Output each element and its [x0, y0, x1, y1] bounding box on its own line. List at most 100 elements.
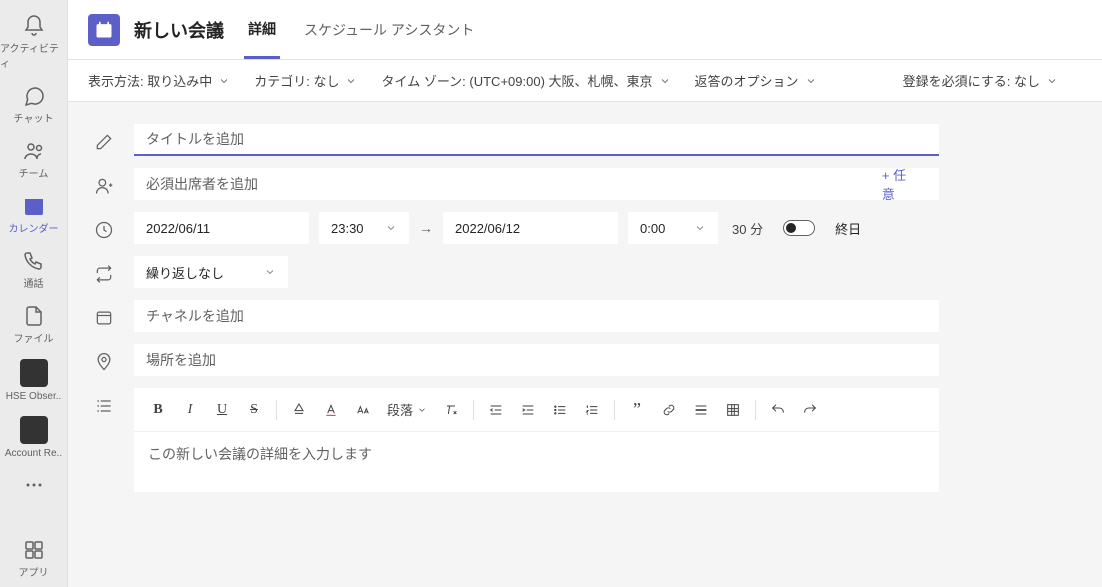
title-input[interactable] — [146, 131, 927, 147]
chevron-down-icon — [805, 75, 817, 87]
hr-icon — [693, 402, 709, 418]
chevron-down-icon — [1046, 75, 1058, 87]
opt-show-as[interactable]: 表示方法: 取り込み中 — [88, 71, 230, 90]
location-input[interactable] — [146, 352, 927, 368]
description-editor: B I U S 段落 — [134, 388, 939, 492]
rte-font-size[interactable] — [349, 396, 377, 424]
chevron-down-icon — [694, 222, 706, 234]
title-field[interactable] — [134, 124, 939, 156]
meeting-form: + 任意 2022/06/11 23:30 → 2022/06/12 0:00 … — [68, 102, 1102, 587]
attendees-input[interactable] — [146, 176, 882, 192]
rte-font-color[interactable] — [317, 396, 345, 424]
rte-indent-decrease[interactable] — [482, 396, 510, 424]
rail-teams[interactable]: チーム — [0, 133, 67, 188]
chevron-down-icon — [659, 75, 671, 87]
repeat-icon — [94, 264, 114, 284]
rte-toolbar: B I U S 段落 — [134, 388, 939, 432]
calendar-icon — [22, 194, 46, 218]
start-date-field[interactable]: 2022/06/11 — [134, 212, 309, 244]
rail-app-2[interactable]: Account Re.. — [0, 410, 67, 467]
description-body[interactable]: この新しい会議の詳細を入力します — [134, 432, 939, 492]
undo-icon — [770, 402, 786, 418]
recurrence-dropdown[interactable]: 繰り返しなし — [134, 256, 288, 288]
rte-indent-increase[interactable] — [514, 396, 542, 424]
phone-icon — [22, 249, 46, 273]
clear-format-icon — [443, 402, 459, 418]
rail-calendar[interactable]: カレンダー — [0, 188, 67, 243]
rte-paragraph-style[interactable]: 段落 — [381, 400, 433, 419]
rte-numbered-list[interactable] — [578, 396, 606, 424]
table-icon — [725, 402, 741, 418]
bullet-list-icon — [552, 402, 568, 418]
location-icon — [94, 352, 114, 372]
rte-hr[interactable] — [687, 396, 715, 424]
attendees-field[interactable]: + 任意 — [134, 168, 939, 200]
person-add-icon — [94, 176, 114, 196]
bell-icon — [22, 14, 46, 38]
channel-input[interactable] — [146, 308, 927, 324]
rail-activity[interactable]: アクティビティ — [0, 8, 67, 78]
highlight-icon — [291, 402, 307, 418]
chevron-down-icon — [345, 75, 357, 87]
chat-icon — [22, 84, 46, 108]
arrow-right-icon: → — [419, 220, 433, 236]
channel-icon — [94, 308, 114, 328]
rte-clear-format[interactable] — [437, 396, 465, 424]
end-date-field[interactable]: 2022/06/12 — [443, 212, 618, 244]
numbered-list-icon — [584, 402, 600, 418]
page-header: 新しい会議 詳細 スケジュール アシスタント — [68, 0, 1102, 60]
main-content: 新しい会議 詳細 スケジュール アシスタント 表示方法: 取り込み中 カテゴリ:… — [68, 0, 1102, 587]
start-time-field[interactable]: 23:30 — [319, 212, 409, 244]
pencil-icon — [94, 132, 114, 152]
rte-quote[interactable]: ” — [623, 396, 651, 424]
font-color-icon — [323, 402, 339, 418]
location-field[interactable] — [134, 344, 939, 376]
indent-icon — [520, 402, 536, 418]
opt-timezone[interactable]: タイム ゾーン: (UTC+09:00) 大阪、札幌、東京 — [381, 71, 670, 90]
link-icon — [661, 402, 677, 418]
chevron-down-icon — [385, 222, 397, 234]
options-bar: 表示方法: 取り込み中 カテゴリ: なし タイム ゾーン: (UTC+09:00… — [68, 60, 1102, 102]
description-icon — [94, 396, 114, 416]
chevron-down-icon — [417, 405, 427, 415]
tab-details[interactable]: 詳細 — [244, 19, 280, 59]
app-tile-icon — [20, 416, 48, 444]
rte-bullet-list[interactable] — [546, 396, 574, 424]
redo-icon — [802, 402, 818, 418]
rte-italic[interactable]: I — [176, 396, 204, 424]
font-size-icon — [355, 402, 371, 418]
rte-redo[interactable] — [796, 396, 824, 424]
rte-strike[interactable]: S — [240, 396, 268, 424]
rail-files[interactable]: ファイル — [0, 298, 67, 353]
rte-highlight[interactable] — [285, 396, 313, 424]
teams-icon — [22, 139, 46, 163]
rte-link[interactable] — [655, 396, 683, 424]
tab-scheduling-assistant[interactable]: スケジュール アシスタント — [300, 20, 478, 57]
rail-chat[interactable]: チャット — [0, 78, 67, 133]
chevron-down-icon — [264, 266, 276, 278]
opt-registration[interactable]: 登録を必須にする: なし — [903, 71, 1058, 90]
rail-calls[interactable]: 通話 — [0, 243, 67, 298]
app-rail: アクティビティ チャット チーム カレンダー 通話 ファイル HSE Obser… — [0, 0, 68, 587]
allday-label: 終日 — [835, 219, 861, 238]
clock-icon — [94, 220, 114, 240]
rte-undo[interactable] — [764, 396, 792, 424]
app-tile-icon — [20, 359, 48, 387]
rte-table[interactable] — [719, 396, 747, 424]
opt-response[interactable]: 返答のオプション — [695, 71, 817, 90]
chevron-down-icon — [218, 75, 230, 87]
file-icon — [22, 304, 46, 328]
duration-label: 30 分 — [732, 219, 763, 238]
rte-underline[interactable]: U — [208, 396, 236, 424]
rail-apps[interactable]: アプリ — [0, 532, 67, 587]
add-optional-attendees[interactable]: + 任意 — [882, 165, 927, 203]
rte-bold[interactable]: B — [144, 396, 172, 424]
rail-app-1[interactable]: HSE Obser.. — [0, 353, 67, 410]
ellipsis-icon — [22, 473, 46, 497]
allday-toggle[interactable] — [783, 220, 815, 236]
end-time-field[interactable]: 0:00 — [628, 212, 718, 244]
channel-field[interactable] — [134, 300, 939, 332]
apps-icon — [22, 538, 46, 562]
opt-category[interactable]: カテゴリ: なし — [254, 71, 357, 90]
rail-more[interactable] — [22, 473, 46, 497]
